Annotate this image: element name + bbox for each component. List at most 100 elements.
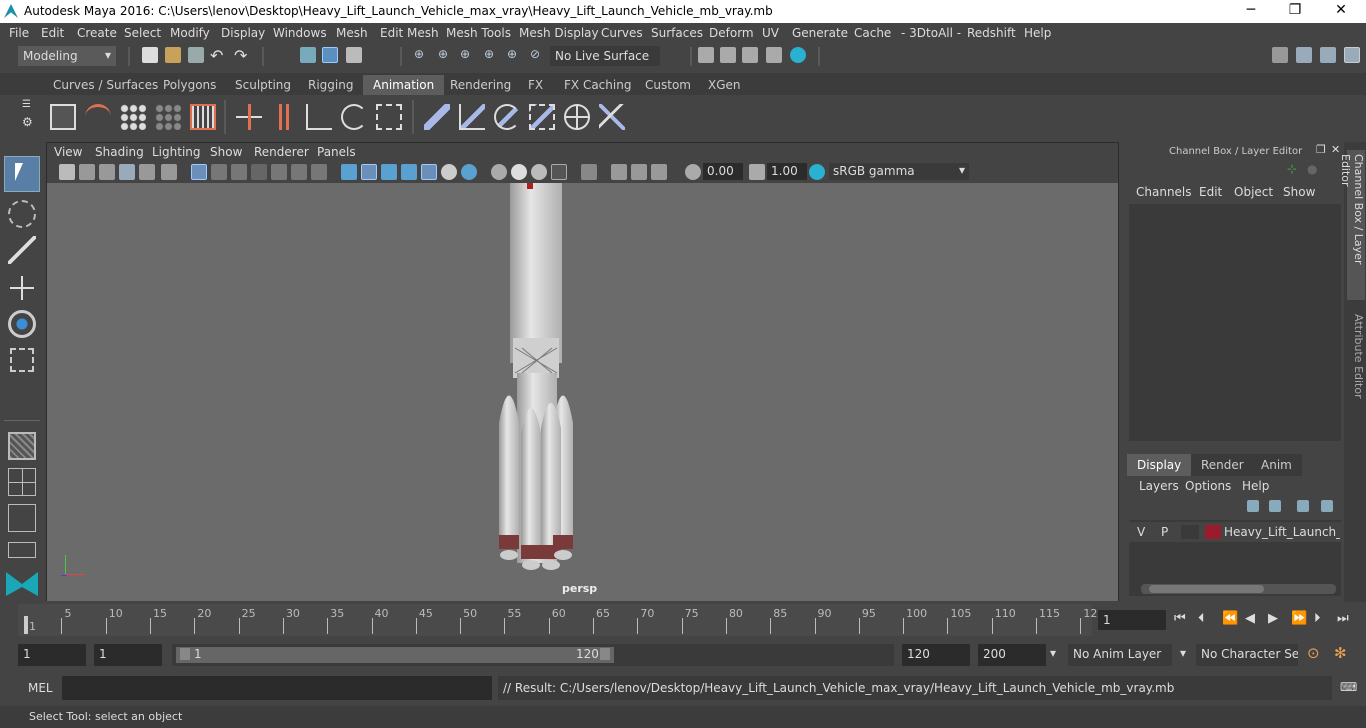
- outliner-layout-icon[interactable]: [8, 542, 36, 558]
- set-key-icon[interactable]: [236, 104, 262, 130]
- set-translate-key-icon[interactable]: [306, 104, 332, 130]
- playback-end-field[interactable]: 120: [902, 644, 970, 666]
- command-input[interactable]: [62, 676, 492, 700]
- menu-file[interactable]: File: [9, 26, 29, 40]
- auto-key-icon[interactable]: ⊙: [1307, 644, 1320, 662]
- motion-trail-icon[interactable]: [85, 104, 111, 130]
- lasso-tool-icon[interactable]: [8, 200, 36, 228]
- point-constraint-icon[interactable]: [459, 104, 485, 130]
- range-start-handle[interactable]: [180, 648, 190, 660]
- minimize-button[interactable]: ─: [1236, 2, 1266, 20]
- turntable-icon[interactable]: [190, 104, 216, 130]
- exposure-icon[interactable]: [685, 164, 701, 180]
- step-back-key-icon[interactable]: ⏪: [1222, 611, 1238, 626]
- attribute-editor-toggle-icon[interactable]: [1296, 47, 1312, 63]
- menu-uv[interactable]: UV: [762, 26, 779, 40]
- menu-redshift[interactable]: Redshift: [967, 26, 1016, 40]
- layer-visibility-toggle[interactable]: V: [1137, 525, 1145, 539]
- menu-cache[interactable]: Cache: [854, 26, 891, 40]
- menu-edit[interactable]: Edit: [41, 26, 64, 40]
- script-language-toggle[interactable]: MEL: [28, 681, 53, 695]
- pole-vector-constraint-icon[interactable]: [599, 104, 625, 130]
- playblast-icon[interactable]: [50, 104, 76, 130]
- snap-point-icon[interactable]: ⊕: [460, 47, 470, 61]
- snap-live-icon[interactable]: ⊘: [530, 47, 540, 61]
- render-frame-icon[interactable]: [720, 47, 736, 63]
- viewport-menu-renderer[interactable]: Renderer: [254, 145, 309, 159]
- set-rotate-key-icon[interactable]: [341, 104, 367, 130]
- float-panel-icon[interactable]: ❐: [1316, 143, 1326, 156]
- gamma-field[interactable]: 1.00: [767, 163, 807, 180]
- exposure-field[interactable]: 0.00: [703, 163, 743, 180]
- channels-menu[interactable]: Channels: [1136, 185, 1192, 199]
- aim-constraint-icon[interactable]: [564, 104, 590, 130]
- film-gate-icon[interactable]: [211, 164, 227, 180]
- bookmark-icon[interactable]: [99, 164, 115, 180]
- viewport-menu-view[interactable]: View: [54, 145, 82, 159]
- mode-selector[interactable]: Modeling ▾: [18, 46, 116, 66]
- unghost-icon[interactable]: [155, 104, 181, 130]
- four-view-icon[interactable]: [8, 468, 36, 496]
- new-layer-from-selected-icon[interactable]: [1321, 500, 1333, 512]
- side-tab-channel-box[interactable]: Channel Box / Layer Editor: [1339, 150, 1365, 300]
- scale-constraint-icon[interactable]: [529, 104, 555, 130]
- default-material-icon[interactable]: [401, 164, 417, 180]
- ghost-icon[interactable]: [120, 104, 146, 130]
- range-bar[interactable]: 1 120: [172, 644, 894, 666]
- channel-show-menu[interactable]: Show: [1283, 185, 1315, 199]
- layer-color-swatch[interactable]: [1205, 525, 1221, 539]
- layer-options-menu[interactable]: Options: [1185, 479, 1231, 493]
- render-view-icon[interactable]: [698, 47, 714, 63]
- menu-deform[interactable]: Deform: [709, 26, 754, 40]
- layer-name[interactable]: Heavy_Lift_Launch_Vehicle: [1224, 525, 1340, 539]
- time-slider[interactable]: 1 5 10 15 20 25 30 35 40 45 50 55 60 65 70 75 80 85 90 95 10…: [0, 602, 1366, 638]
- layer-scrollbar[interactable]: [1141, 584, 1336, 594]
- textured-icon[interactable]: [421, 164, 437, 180]
- select-object-icon[interactable]: [322, 47, 338, 63]
- screen-space-ao-icon[interactable]: [491, 164, 507, 180]
- camera-select-icon[interactable]: [59, 164, 75, 180]
- go-to-start-icon[interactable]: ⏮: [1174, 611, 1186, 626]
- modeling-toolkit-icon[interactable]: [1272, 47, 1288, 63]
- tab-rigging[interactable]: Rigging: [298, 75, 363, 95]
- ipr-render-icon[interactable]: [742, 47, 758, 63]
- layers-menu[interactable]: Layers: [1139, 479, 1179, 493]
- menu-windows[interactable]: Windows: [273, 26, 327, 40]
- snap-view-icon[interactable]: ⊕: [484, 47, 494, 61]
- select-hierarchy-icon[interactable]: [300, 47, 316, 63]
- menu-modify[interactable]: Modify: [170, 26, 210, 40]
- viewport-3d[interactable]: persp: [47, 183, 1118, 601]
- layer-help-menu[interactable]: Help: [1242, 479, 1269, 493]
- preferences-icon[interactable]: ✻: [1334, 644, 1347, 662]
- menu-mesh[interactable]: Mesh: [336, 26, 368, 40]
- pencil-icon[interactable]: [161, 164, 177, 180]
- close-button[interactable]: ✕: [1326, 2, 1356, 20]
- shelf-settings-icon[interactable]: ⚙: [22, 115, 33, 129]
- range-handle[interactable]: 1 120: [176, 647, 614, 663]
- menu-select[interactable]: Select: [124, 26, 161, 40]
- select-tool-icon[interactable]: [4, 156, 40, 192]
- tab-sculpting[interactable]: Sculpting: [225, 75, 301, 95]
- tab-fx-caching[interactable]: FX Caching: [554, 75, 641, 95]
- grid-icon[interactable]: [191, 164, 207, 180]
- animation-end-field[interactable]: 200: [978, 644, 1046, 666]
- layer-tab-render[interactable]: Render: [1191, 454, 1254, 476]
- channel-list[interactable]: [1129, 204, 1341, 441]
- menu-surfaces[interactable]: Surfaces: [651, 26, 703, 40]
- depth-of-field-icon[interactable]: [551, 164, 567, 180]
- colorspace-dropdown[interactable]: sRGB gamma ▾: [829, 163, 969, 180]
- undo-icon[interactable]: ↶: [210, 46, 223, 65]
- open-scene-icon[interactable]: [165, 47, 181, 63]
- menu-display[interactable]: Display: [221, 26, 265, 40]
- viewport-menu-lighting[interactable]: Lighting: [152, 145, 201, 159]
- scale-tool-icon[interactable]: [10, 348, 34, 372]
- tab-rendering[interactable]: Rendering: [440, 75, 521, 95]
- shelf-menu-icon[interactable]: ☰: [22, 99, 31, 110]
- gate-mask-icon[interactable]: [251, 164, 267, 180]
- xray-active-icon[interactable]: [631, 164, 647, 180]
- tab-animation[interactable]: Animation: [363, 75, 445, 95]
- layer-tab-anim[interactable]: Anim: [1251, 454, 1302, 476]
- tab-xgen[interactable]: XGen: [698, 75, 751, 95]
- parent-constraint-icon[interactable]: [424, 104, 450, 130]
- isolate-select-icon[interactable]: [581, 164, 597, 180]
